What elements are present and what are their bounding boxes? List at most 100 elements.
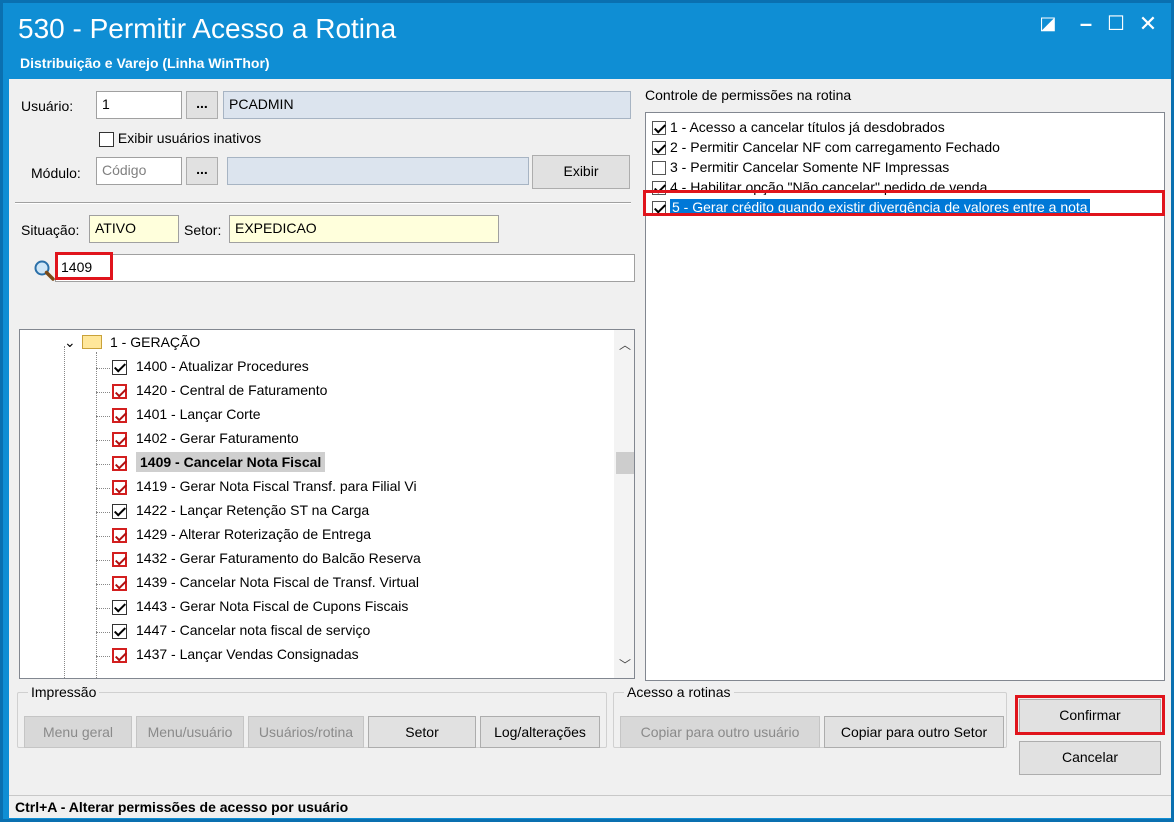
- tree-item-label: 1422 - Lançar Retenção ST na Carga: [136, 502, 370, 518]
- window-title: 530 - Permitir Acesso a Rotina: [18, 13, 397, 44]
- situacao-label: Situação:: [21, 222, 80, 238]
- impressao-title: Impressão: [28, 684, 100, 700]
- routine-tree[interactable]: ⌄ 1 - GERAÇÃO 1400 - Atualizar Procedures…: [19, 329, 635, 679]
- module-browse-button[interactable]: ...: [186, 157, 218, 185]
- setor-button[interactable]: Setor: [368, 716, 476, 748]
- tree-item-checkbox[interactable]: [112, 503, 127, 519]
- maximize-icon[interactable]: ☐: [1101, 11, 1131, 36]
- user-name-field: PCADMIN: [223, 91, 631, 119]
- tree-item-checkbox[interactable]: [112, 455, 127, 471]
- tree-item-checkbox[interactable]: [112, 575, 127, 591]
- permission-checkbox[interactable]: [652, 141, 666, 156]
- title-bar: 530 - Permitir Acesso a Rotina Distribui…: [3, 3, 1171, 79]
- tree-item[interactable]: 1432 - Gerar Faturamento do Balcão Reser…: [96, 550, 421, 574]
- tree-connector: [96, 632, 110, 633]
- tree-connector: [96, 464, 110, 465]
- module-code-input[interactable]: Código: [96, 157, 182, 185]
- scroll-up-icon[interactable]: ︿: [619, 336, 631, 353]
- module-label: Módulo:: [31, 165, 81, 181]
- minimize-icon[interactable]: –: [1071, 11, 1101, 37]
- tree-item-label: 1419 - Gerar Nota Fiscal Transf. para Fi…: [136, 478, 417, 494]
- tree-item[interactable]: 1401 - Lançar Corte: [96, 406, 261, 430]
- status-bar: Ctrl+A - Alterar permissões de acesso po…: [9, 795, 1171, 818]
- window-subtitle: Distribuição e Varejo (Linha WinThor): [20, 55, 270, 71]
- tree-connector: [96, 488, 110, 489]
- tree-item[interactable]: 1422 - Lançar Retenção ST na Carga: [96, 502, 370, 526]
- tree-item[interactable]: 1409 - Cancelar Nota Fiscal: [96, 452, 326, 478]
- setor-field: EXPEDICAO: [229, 215, 499, 243]
- acesso-group: Acesso a rotinas Copiar para outro usuár…: [613, 684, 1007, 748]
- tree-guide: [64, 346, 65, 678]
- tree-item[interactable]: 1447 - Cancelar nota fiscal de serviço: [96, 622, 371, 646]
- confirm-highlight: [1015, 695, 1165, 735]
- chevron-down-icon[interactable]: ⌄: [64, 334, 82, 351]
- tree-item-checkbox[interactable]: [112, 527, 127, 543]
- permission-item[interactable]: 3 - Permitir Cancelar Somente NF Impress…: [652, 159, 949, 179]
- tree-root-label: 1 - GERAÇÃO: [110, 334, 201, 350]
- divider: [15, 202, 631, 204]
- situacao-field: ATIVO: [89, 215, 179, 243]
- tree-item[interactable]: 1437 - Lançar Vendas Consignadas: [96, 646, 359, 670]
- tree-item-checkbox[interactable]: [112, 551, 127, 567]
- cancel-button[interactable]: Cancelar: [1019, 741, 1161, 775]
- tree-item[interactable]: 1402 - Gerar Faturamento: [96, 430, 299, 454]
- tree-item-checkbox[interactable]: [112, 383, 127, 399]
- permission-checkbox[interactable]: [652, 121, 666, 136]
- tree-item-checkbox[interactable]: [112, 431, 127, 447]
- tree-item-label: 1429 - Alterar Roterização de Entrega: [136, 526, 372, 542]
- show-inactive-checkbox[interactable]: Exibir usuários inativos: [99, 130, 261, 147]
- tree-item-checkbox[interactable]: [112, 407, 127, 423]
- scroll-down-icon[interactable]: ﹀: [619, 656, 631, 673]
- tree-item-label: 1437 - Lançar Vendas Consignadas: [136, 646, 359, 662]
- menu-usuario-button[interactable]: Menu/usuário: [136, 716, 244, 748]
- show-module-label: Exibir: [563, 163, 599, 179]
- tree-connector: [96, 536, 110, 537]
- copy-sector-button[interactable]: Copiar para outro Setor: [824, 716, 1004, 748]
- permissions-title: Controle de permissões na rotina: [645, 87, 852, 103]
- tree-item[interactable]: 1429 - Alterar Roterização de Entrega: [96, 526, 372, 550]
- user-code-input[interactable]: 1: [96, 91, 182, 119]
- tree-connector: [96, 512, 110, 513]
- show-inactive-box[interactable]: [99, 131, 114, 147]
- tree-item-checkbox[interactable]: [112, 647, 127, 663]
- tree-item[interactable]: 1443 - Gerar Nota Fiscal de Cupons Fisca…: [96, 598, 408, 622]
- usuarios-rotina-button[interactable]: Usuários/rotina: [248, 716, 364, 748]
- tree-connector: [96, 608, 110, 609]
- tree-root-node[interactable]: ⌄ 1 - GERAÇÃO: [64, 334, 200, 358]
- tree-item[interactable]: 1400 - Atualizar Procedures: [96, 358, 309, 382]
- permission-item[interactable]: 1 - Acesso a cancelar títulos já desdobr…: [652, 119, 945, 139]
- user-label: Usuário:: [21, 98, 74, 114]
- close-icon[interactable]: ✕: [1133, 11, 1163, 37]
- tree-item[interactable]: 1419 - Gerar Nota Fiscal Transf. para Fi…: [96, 478, 417, 502]
- search-highlight: [55, 252, 113, 280]
- tree-item[interactable]: 1439 - Cancelar Nota Fiscal de Transf. V…: [96, 574, 419, 598]
- scroll-thumb[interactable]: [616, 452, 634, 474]
- user-browse-button[interactable]: ...: [186, 91, 218, 119]
- log-button[interactable]: Log/alterações: [480, 716, 600, 748]
- tree-guide: [96, 352, 97, 678]
- show-module-button[interactable]: Exibir: [532, 155, 630, 189]
- tree-item-label: 1409 - Cancelar Nota Fiscal: [136, 452, 326, 472]
- tree-item[interactable]: 1420 - Central de Faturamento: [96, 382, 327, 406]
- tree-scrollbar[interactable]: ︿ ﹀: [614, 330, 634, 678]
- main-window: 530 - Permitir Acesso a Rotina Distribui…: [0, 0, 1174, 822]
- show-inactive-label: Exibir usuários inativos: [117, 130, 262, 146]
- tree-item-checkbox[interactable]: [112, 479, 127, 495]
- cancel-label: Cancelar: [1061, 749, 1119, 765]
- tree-connector: [96, 416, 110, 417]
- setor-label: Setor:: [184, 222, 222, 238]
- tree-item-checkbox[interactable]: [112, 359, 127, 375]
- search-input[interactable]: 1409: [55, 254, 635, 282]
- copy-user-button[interactable]: Copiar para outro usuário: [620, 716, 820, 748]
- permission-highlight: [643, 190, 1165, 216]
- tree-item-label: 1401 - Lançar Corte: [136, 406, 261, 422]
- permission-item[interactable]: 2 - Permitir Cancelar NF com carregament…: [652, 139, 1000, 159]
- permission-checkbox[interactable]: [652, 161, 666, 176]
- menu-geral-button[interactable]: Menu geral: [24, 716, 132, 748]
- permission-label: 1 - Acesso a cancelar títulos já desdobr…: [670, 119, 945, 135]
- restore-icon[interactable]: ◪: [1033, 13, 1063, 34]
- tree-item-label: 1447 - Cancelar nota fiscal de serviço: [136, 622, 371, 638]
- tree-connector: [96, 392, 110, 393]
- tree-item-checkbox[interactable]: [112, 623, 127, 639]
- tree-item-checkbox[interactable]: [112, 599, 127, 615]
